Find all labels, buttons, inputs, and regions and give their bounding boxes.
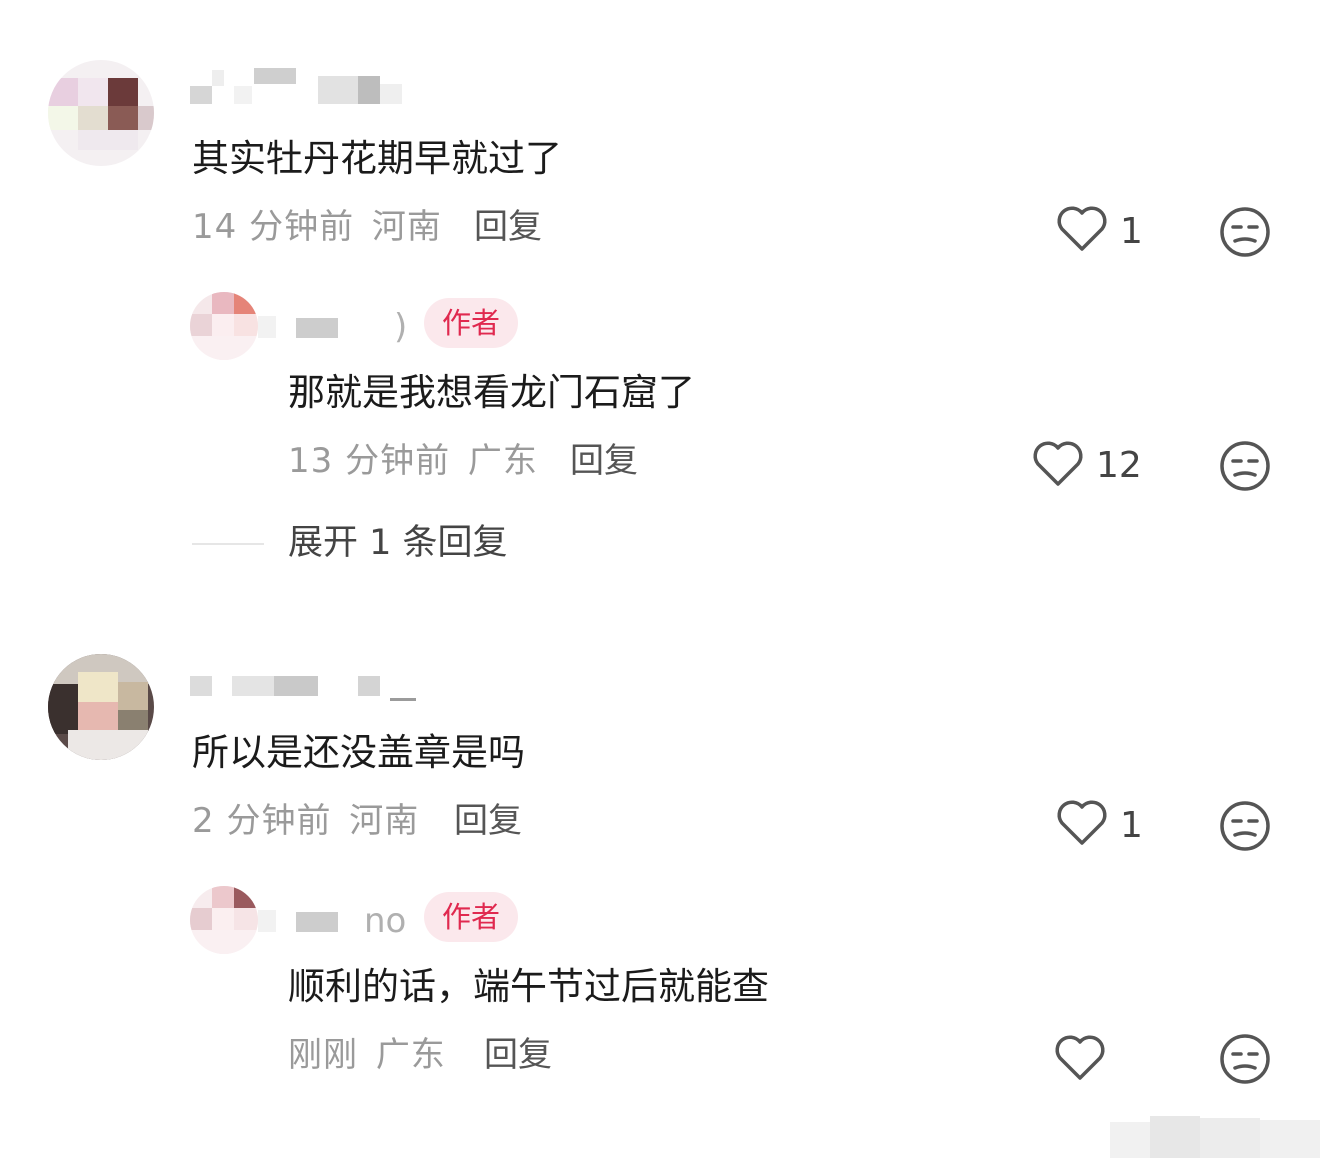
comment-text: 其实牡丹花期早就过了: [192, 137, 562, 180]
reply-time: 13 分钟前: [288, 441, 451, 481]
unamused-face-icon: [1220, 441, 1270, 491]
unamused-face-icon: [1220, 1034, 1270, 1084]
like-count: 1: [1120, 211, 1143, 252]
author-avatar[interactable]: [190, 292, 258, 360]
author-badge: 作者: [424, 298, 519, 348]
unamused-face-icon: [1220, 801, 1270, 851]
heart-outline-icon: [1057, 800, 1107, 845]
dislike-button[interactable]: [1218, 1032, 1272, 1086]
like-button[interactable]: [1032, 440, 1084, 488]
heart-outline-icon: [1033, 441, 1083, 486]
reply-meta: 13 分钟前 广东: [288, 444, 538, 478]
username-blurred[interactable]: [190, 676, 420, 706]
reply-button[interactable]: 回复: [454, 804, 522, 838]
like-count: 12: [1096, 445, 1142, 486]
reply-button[interactable]: 回复: [570, 444, 638, 478]
comment-meta: 14 分钟前 河南: [192, 210, 442, 244]
reply-button[interactable]: 回复: [474, 210, 542, 244]
dislike-button[interactable]: [1218, 439, 1272, 493]
reply-text: 顺利的话，端午节过后就能查: [288, 965, 769, 1008]
comment-text: 所以是还没盖章是吗: [192, 731, 525, 774]
user-avatar[interactable]: [48, 60, 154, 166]
expand-replies-button[interactable]: 展开 1 条回复: [288, 526, 508, 561]
user-avatar[interactable]: [48, 654, 154, 760]
expand-divider: [192, 543, 264, 545]
heart-outline-icon: [1055, 1035, 1105, 1080]
like-button[interactable]: [1056, 799, 1108, 847]
reply-location: 广东: [375, 1035, 446, 1075]
author-name-blurred[interactable]: [258, 906, 368, 936]
author-badge: 作者: [424, 892, 519, 942]
watermark-blurred: [1110, 1108, 1320, 1158]
reply-meta: 刚刚 广东: [288, 1038, 446, 1072]
author-avatar[interactable]: [190, 886, 258, 954]
comment-time: 14 分钟前: [192, 207, 355, 247]
reply-text: 那就是我想看龙门石窟了: [288, 371, 695, 414]
comment-time: 2 分钟前: [192, 801, 332, 841]
username-blurred[interactable]: [190, 66, 402, 106]
comment-meta: 2 分钟前 河南: [192, 804, 419, 838]
reply-button[interactable]: 回复: [484, 1038, 552, 1072]
comment-location: 河南: [349, 801, 420, 841]
author-name-blurred[interactable]: [258, 312, 388, 342]
like-count: 1: [1120, 805, 1143, 846]
like-button[interactable]: [1054, 1034, 1106, 1082]
author-name-tail: no: [364, 901, 407, 941]
author-name-tail: ): [394, 307, 408, 347]
reply-location: 广东: [467, 441, 538, 481]
dislike-button[interactable]: [1218, 799, 1272, 853]
comment-location: 河南: [371, 207, 442, 247]
dislike-button[interactable]: [1218, 205, 1272, 259]
like-button[interactable]: [1056, 205, 1108, 253]
unamused-face-icon: [1220, 207, 1270, 257]
reply-time: 刚刚: [288, 1035, 358, 1075]
heart-outline-icon: [1057, 206, 1107, 251]
